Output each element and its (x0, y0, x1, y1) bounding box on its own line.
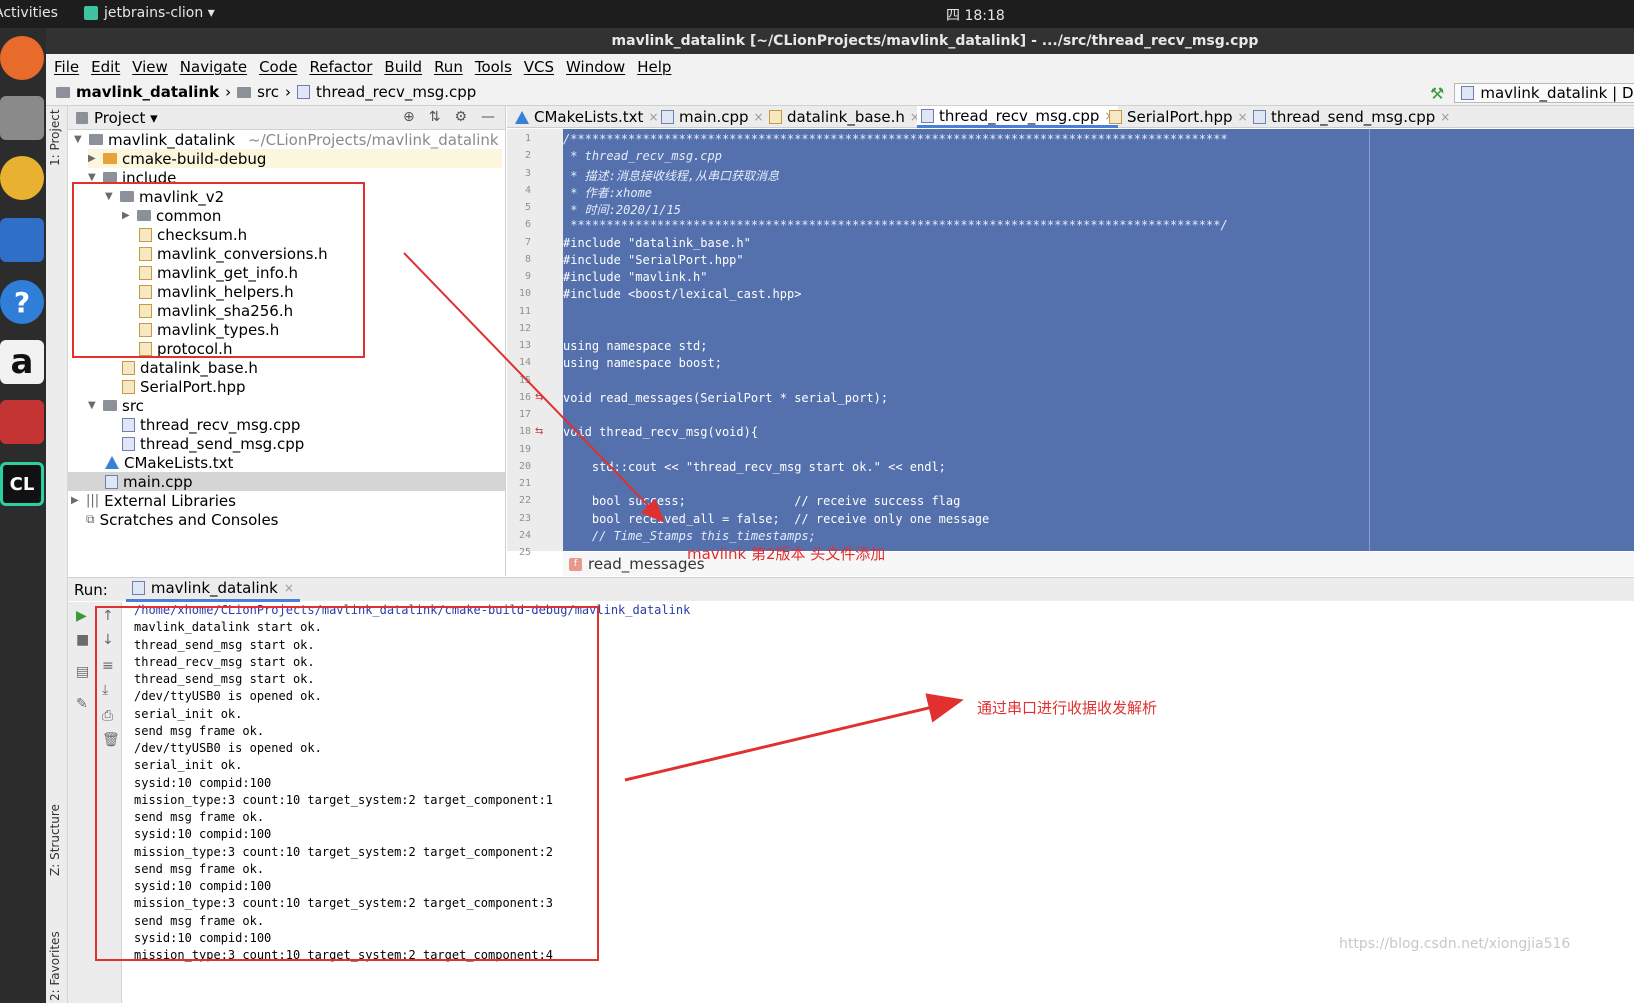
annotation-arrow-headers (403, 252, 665, 523)
watermark: https://blog.csdn.net/xiongjia516 (1339, 936, 1571, 952)
annotation-arrows (403, 252, 964, 782)
annotation-arrow-serial (624, 693, 964, 782)
annotation-header-note: mavlink 第2版本 头文件添加 (687, 545, 886, 563)
annotation-serial-note: 通过串口进行收据收发解析 (977, 699, 1158, 717)
